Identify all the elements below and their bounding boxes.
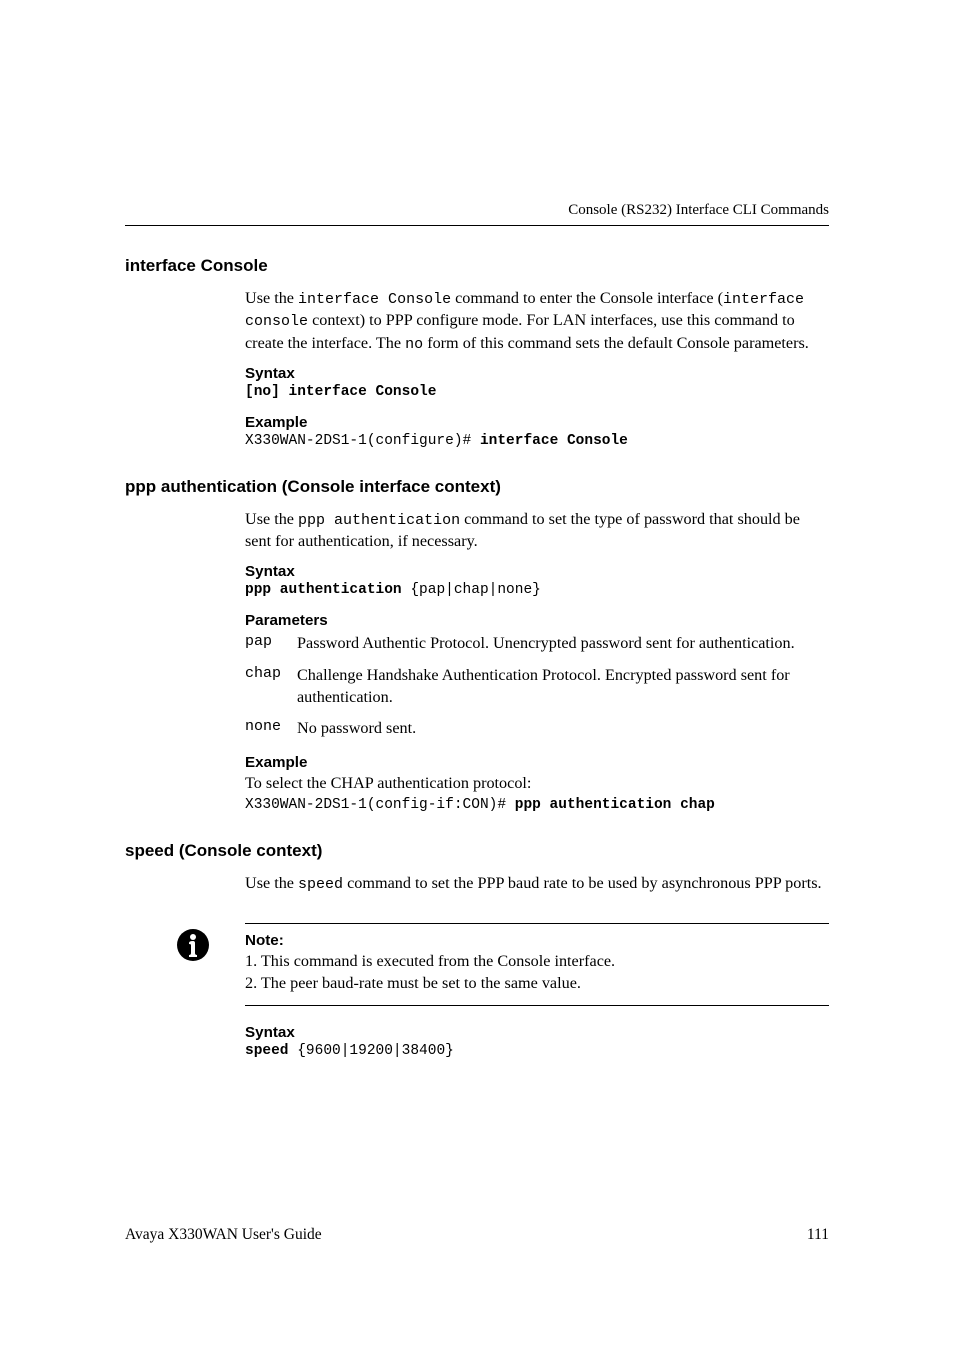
parameters-label: Parameters	[245, 612, 829, 629]
example-code: X330WAN-2DS1-1(config-if:CON)# ppp authe…	[245, 797, 829, 813]
section-speed: speed (Console context) Use the speed co…	[125, 841, 829, 1059]
body-speed: Use the speed command to set the PPP bau…	[245, 873, 829, 895]
param-desc: Password Authentic Protocol. Unencrypted…	[297, 633, 795, 655]
inline-code: speed	[298, 876, 343, 893]
code-bold: interface Console	[480, 433, 628, 449]
code-bold: ppp authentication	[245, 582, 402, 598]
param-key: pap	[245, 633, 297, 650]
text: command to set the PPP baud rate to be u…	[343, 874, 822, 892]
inline-code: interface Console	[298, 291, 451, 308]
param-row: pap Password Authentic Protocol. Unencry…	[245, 633, 829, 655]
body-interface-console: Use the interface Console command to ent…	[245, 288, 829, 449]
param-desc: Challenge Handshake Authentication Proto…	[297, 665, 829, 709]
code-prefix: X330WAN-2DS1-1(config-if:CON)#	[245, 797, 515, 813]
param-key: chap	[245, 665, 297, 682]
footer-left: Avaya X330WAN User's Guide	[125, 1226, 322, 1244]
syntax-code: [no] interface Console	[245, 384, 829, 400]
parameters-table: pap Password Authentic Protocol. Unencry…	[245, 633, 829, 740]
heading-speed: speed (Console context)	[125, 841, 829, 861]
code-prefix: X330WAN-2DS1-1(configure)#	[245, 433, 480, 449]
footer-page-number: 111	[807, 1226, 829, 1244]
param-key: none	[245, 718, 297, 735]
body-speed-syntax: Syntax speed {9600|19200|38400}	[245, 1024, 829, 1059]
code-bold: ppp authentication chap	[515, 797, 715, 813]
note-label: Note:	[245, 932, 829, 949]
code-rest: {pap|chap|none}	[402, 582, 541, 598]
example-label: Example	[245, 754, 829, 771]
text: command to enter the Console interface (	[451, 289, 723, 307]
header-rule	[125, 225, 829, 226]
syntax-code: speed {9600|19200|38400}	[245, 1043, 829, 1059]
note-rule-bottom	[245, 1005, 829, 1006]
syntax-label: Syntax	[245, 563, 829, 580]
code-bold: speed	[245, 1043, 289, 1059]
info-icon	[175, 927, 211, 968]
paragraph: Use the interface Console command to ent…	[245, 288, 829, 355]
text: Use the	[245, 289, 298, 307]
section-ppp-auth: ppp authentication (Console interface co…	[125, 477, 829, 813]
note-block: Note: 1. This command is executed from t…	[245, 923, 829, 1006]
text: Use the	[245, 510, 298, 528]
paragraph: Use the speed command to set the PPP bau…	[245, 873, 829, 895]
example-label: Example	[245, 414, 829, 431]
note-rule-top	[245, 923, 829, 924]
text: form of this command sets the default Co…	[423, 334, 809, 352]
body-ppp-auth: Use the ppp authentication command to se…	[245, 509, 829, 813]
page-footer: Avaya X330WAN User's Guide 111	[125, 1226, 829, 1244]
heading-interface-console: interface Console	[125, 256, 829, 276]
running-header: Console (RS232) Interface CLI Commands	[568, 202, 829, 219]
syntax-label: Syntax	[245, 1024, 829, 1041]
example-code: X330WAN-2DS1-1(configure)# interface Con…	[245, 433, 829, 449]
param-row: chap Challenge Handshake Authentication …	[245, 665, 829, 709]
page-content: interface Console Use the interface Cons…	[125, 256, 829, 1059]
inline-code: no	[405, 336, 423, 353]
note-item: 2. The peer baud-rate must be set to the…	[245, 973, 829, 995]
syntax-label: Syntax	[245, 365, 829, 382]
note-item: 1. This command is executed from the Con…	[245, 951, 829, 973]
heading-ppp-auth: ppp authentication (Console interface co…	[125, 477, 829, 497]
syntax-code: ppp authentication {pap|chap|none}	[245, 582, 829, 598]
text: Use the	[245, 874, 298, 892]
code-rest: {9600|19200|38400}	[289, 1043, 454, 1059]
param-desc: No password sent.	[297, 718, 416, 740]
param-row: none No password sent.	[245, 718, 829, 740]
inline-code: ppp authentication	[298, 512, 460, 529]
paragraph: Use the ppp authentication command to se…	[245, 509, 829, 553]
example-intro: To select the CHAP authentication protoc…	[245, 773, 829, 795]
section-interface-console: interface Console Use the interface Cons…	[125, 256, 829, 449]
